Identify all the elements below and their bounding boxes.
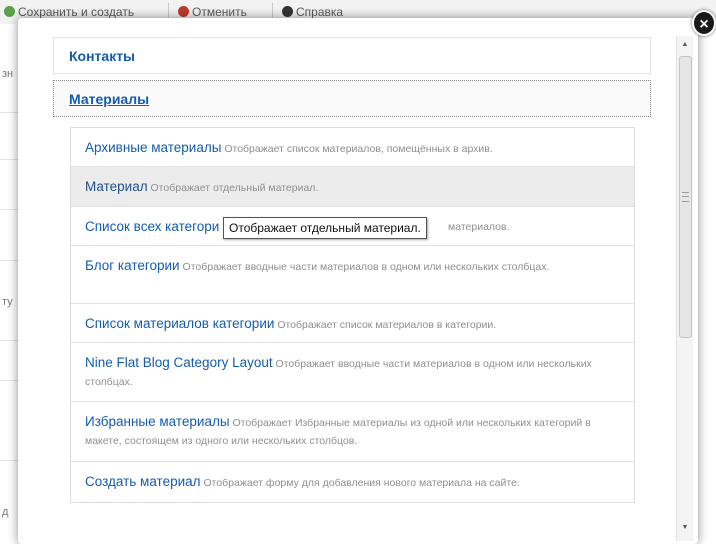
list-item-single-article[interactable]: Материал Отображает отдельный материал. bbox=[71, 167, 634, 207]
help-label: Справка bbox=[296, 5, 344, 19]
item-description: Отображает отдельный материал. bbox=[150, 182, 319, 194]
accordion-header-materials[interactable]: Материалы bbox=[53, 80, 651, 117]
item-description: Отображает список материалов в категории… bbox=[277, 319, 497, 331]
list-item-create-article[interactable]: Создать материал Отображает форму для до… bbox=[71, 462, 634, 502]
item-description: материалов. bbox=[448, 221, 510, 233]
grip-icon bbox=[682, 192, 689, 202]
cancel-label: Отменить bbox=[192, 5, 247, 19]
close-icon[interactable]: × bbox=[692, 10, 716, 36]
list-item-category-articles[interactable]: Список материалов категории Отображает с… bbox=[71, 304, 634, 343]
item-title: Архивные материалы bbox=[85, 140, 222, 155]
scroll-down-icon[interactable]: ▼ bbox=[677, 521, 693, 535]
save-and-create-label: Сохранить и создать bbox=[18, 5, 135, 19]
item-title: Создать материал bbox=[85, 474, 201, 489]
tooltip: Отображает отдельный материал. bbox=[223, 217, 427, 239]
menu-type-list: Архивные материалы Отображает список мат… bbox=[70, 127, 635, 503]
item-title: Блог категории bbox=[85, 258, 180, 273]
modal-scrollbar[interactable]: ▲ ▼ bbox=[676, 36, 693, 541]
list-item-category-blog[interactable]: Блог категории Отображает вводные части … bbox=[71, 246, 634, 304]
help-icon bbox=[282, 6, 293, 17]
item-title: Список материалов категории bbox=[85, 316, 275, 331]
save-and-create-button[interactable]: Сохранить и создать bbox=[4, 5, 134, 19]
item-title: Список всех категори bbox=[85, 219, 220, 234]
plus-icon bbox=[4, 6, 15, 17]
background-text-fragment: зн bbox=[2, 68, 14, 80]
item-description: Отображает форму для добавления нового м… bbox=[203, 477, 520, 489]
cancel-button[interactable]: Отменить bbox=[178, 5, 247, 19]
item-title: Nine Flat Blog Category Layout bbox=[85, 355, 273, 370]
accordion-header-contacts[interactable]: Контакты bbox=[53, 37, 651, 74]
list-item-featured-articles[interactable]: Избранные материалы Отображает Избранные… bbox=[71, 402, 634, 462]
cancel-icon bbox=[178, 6, 189, 17]
item-title: Избранные материалы bbox=[85, 414, 230, 429]
background-text-fragment: д bbox=[2, 506, 9, 518]
scrollbar-thumb[interactable] bbox=[679, 56, 692, 338]
item-title: Материал bbox=[85, 179, 148, 194]
item-description: Отображает список материалов, помещённых… bbox=[224, 143, 493, 155]
list-item-archived-articles[interactable]: Архивные материалы Отображает список мат… bbox=[71, 128, 634, 167]
scroll-up-icon[interactable]: ▲ bbox=[677, 38, 693, 52]
background-text-fragment: ту bbox=[2, 296, 13, 308]
list-item-nine-flat-blog[interactable]: Nine Flat Blog Category Layout Отображае… bbox=[71, 343, 634, 402]
item-description: Отображает вводные части материалов в од… bbox=[182, 261, 550, 273]
help-button[interactable]: Справка bbox=[282, 5, 343, 19]
